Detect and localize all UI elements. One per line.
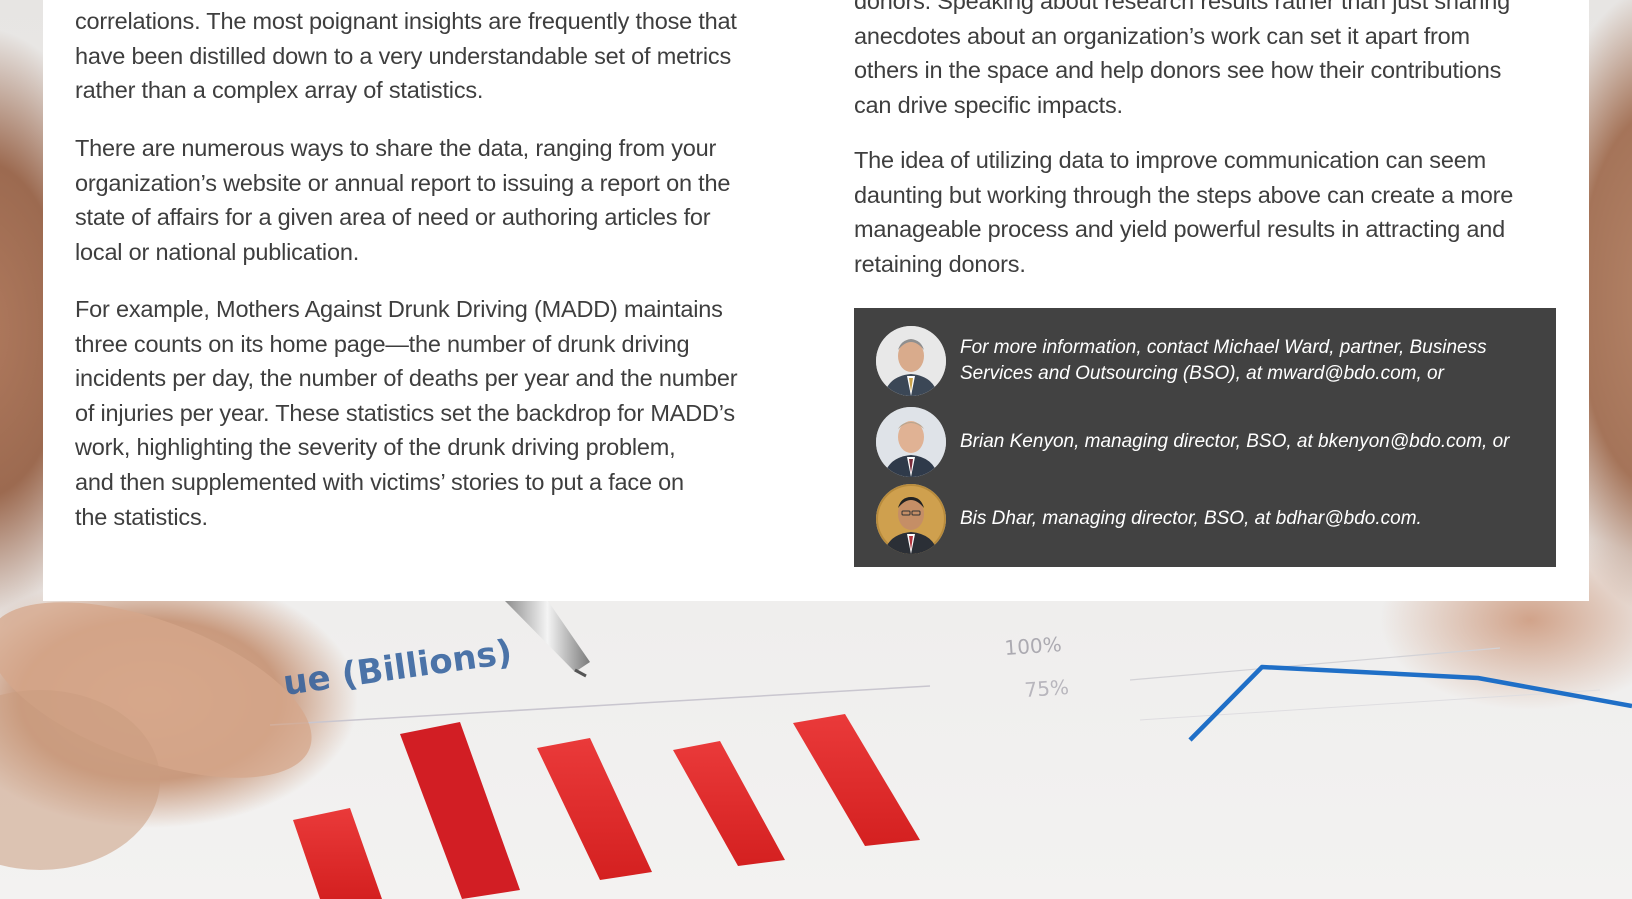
text-line: daunting but working through the steps a… [854, 181, 1514, 208]
text-line: state of affairs for a given area of nee… [75, 204, 711, 231]
avatar [876, 407, 946, 477]
text-line: Bis Dhar, managing director, BSO, at bdh… [960, 508, 1422, 529]
text-line: the statistics. [75, 503, 208, 530]
text-line: anecdotes about an organization’s work c… [854, 22, 1470, 49]
contact-row-bis-dhar: Bis Dhar, managing director, BSO, at bdh… [876, 484, 1520, 554]
right-paragraph-2: The idea of utilizing data to improve co… [854, 143, 1574, 281]
right-paragraph-1: donors. Speaking about research results … [854, 0, 1574, 122]
text-line: and then supplemented with victims’ stor… [75, 468, 684, 495]
left-paragraph-1: correlations. The most poignant insights… [75, 4, 795, 108]
text-line: organization’s website or annual report … [75, 169, 731, 196]
left-paragraph-2: There are numerous ways to share the dat… [75, 131, 795, 269]
text-line: Brian Kenyon, managing director, BSO, at… [960, 431, 1510, 452]
contact-row-brian-kenyon: Brian Kenyon, managing director, BSO, at… [876, 407, 1520, 477]
contact-row-michael-ward: For more information, contact Michael Wa… [876, 326, 1520, 396]
contact-text: For more information, contact Michael Wa… [960, 335, 1520, 387]
photo-blue-line [1188, 664, 1632, 742]
text-line: correlations. The most poignant insights… [75, 8, 737, 34]
photo-label-75: 75% [1024, 675, 1070, 702]
contact-box: For more information, contact Michael Wa… [854, 308, 1556, 567]
avatar-portrait-icon [876, 484, 946, 554]
text-line: three counts on its home page—the number… [75, 330, 690, 357]
photo-label-100: 100% [1004, 632, 1063, 660]
avatar-portrait-icon [876, 326, 946, 396]
contact-text: Brian Kenyon, managing director, BSO, at… [960, 429, 1520, 455]
text-line: local or national publication. [75, 238, 360, 265]
text-line: manageable process and yield powerful re… [854, 216, 1506, 243]
text-line: Services and Outsourcing (BSO), at mward… [960, 363, 1444, 384]
text-line: rather than a complex array of statistic… [75, 77, 484, 104]
photo-pen [505, 601, 590, 678]
avatar [876, 326, 946, 396]
text-line: donors. Speaking about research results … [854, 0, 1511, 14]
text-line: For example, Mothers Against Drunk Drivi… [75, 296, 723, 322]
photo-chart-heading: ue (Billions) [281, 632, 515, 704]
article-card: correlations. The most poignant insights… [43, 0, 1589, 601]
avatar [876, 484, 946, 554]
text-line: others in the space and help donors see … [854, 57, 1502, 84]
text-line: The idea of utilizing data to improve co… [854, 147, 1486, 173]
avatar-portrait-icon [876, 407, 946, 477]
text-line: incidents per day, the number of deaths … [75, 365, 738, 392]
text-line: work, highlighting the severity of the d… [75, 434, 676, 461]
text-line: There are numerous ways to share the dat… [75, 135, 717, 161]
contact-text: Bis Dhar, managing director, BSO, at bdh… [960, 506, 1520, 532]
photo-red-bars [293, 714, 920, 899]
text-line: of injuries per year. These statistics s… [75, 399, 735, 426]
text-line: For more information, contact Michael Wa… [960, 337, 1487, 358]
text-line: can drive specific impacts. [854, 91, 1123, 118]
text-line: retaining donors. [854, 250, 1026, 277]
text-line: have been distilled down to a very under… [75, 42, 732, 69]
left-paragraph-3: For example, Mothers Against Drunk Drivi… [75, 292, 795, 534]
